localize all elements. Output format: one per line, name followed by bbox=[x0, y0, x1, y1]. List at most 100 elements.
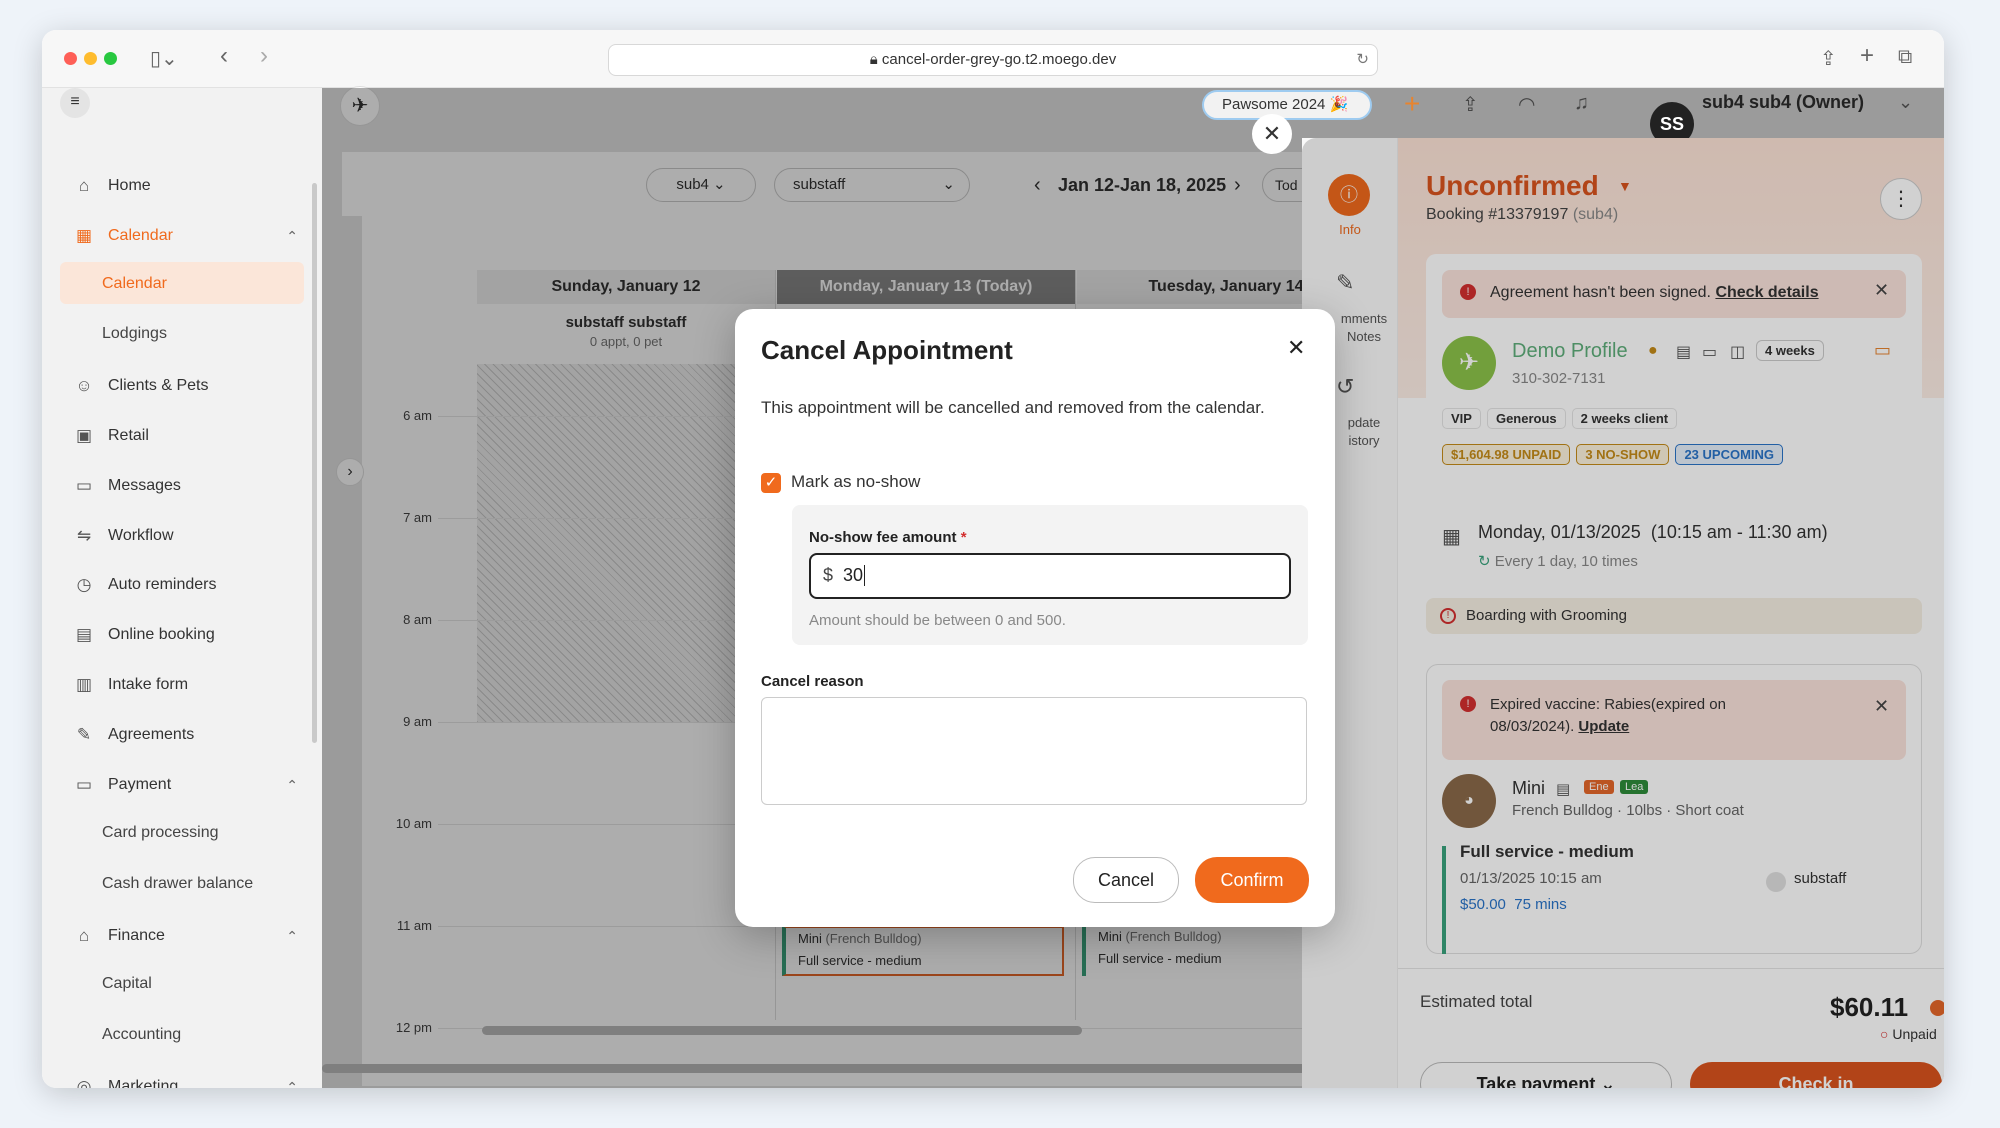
booking-number: Booking #13379197 (sub4) bbox=[1426, 206, 1619, 223]
sidebar-item-lodgings[interactable]: Lodgings bbox=[102, 314, 167, 354]
sidebar-item-marketing[interactable]: ◎ Marketing ⌃ bbox=[72, 1065, 338, 1088]
sidebar-item-label: Intake form bbox=[108, 676, 189, 693]
promo-badge[interactable]: Pawsome 2024 🎉 bbox=[1202, 90, 1372, 120]
cancel-button[interactable]: Cancel bbox=[1073, 857, 1179, 903]
bag-icon[interactable]: ◫ bbox=[1730, 342, 1745, 362]
user-menu-chevron-icon[interactable]: ⌄ bbox=[1898, 92, 1913, 113]
new-tab-icon[interactable]: + bbox=[1860, 42, 1874, 70]
sidebar-item-agreements[interactable]: ✎ Agreements bbox=[72, 713, 338, 757]
headset-icon[interactable]: ◠ bbox=[1518, 92, 1535, 117]
take-payment-button[interactable]: Take payment ⌄ bbox=[1420, 1062, 1672, 1088]
zoom-window-button[interactable] bbox=[104, 52, 117, 65]
close-icon[interactable]: ✕ bbox=[1287, 335, 1305, 361]
share-icon[interactable]: ⇪ bbox=[1820, 46, 1837, 71]
sidebar-item-calendar[interactable]: Calendar bbox=[102, 264, 167, 304]
chevron-up-icon[interactable]: ⌃ bbox=[286, 214, 298, 258]
clients-icon: ☺ bbox=[75, 376, 93, 395]
card-icon[interactable]: ▭ bbox=[1702, 342, 1717, 362]
pet-avatar[interactable]: ◕ bbox=[1442, 774, 1496, 828]
sidebar-item-workflow[interactable]: ⇋ Workflow bbox=[72, 514, 338, 558]
clock-icon: ◷ bbox=[76, 575, 92, 594]
sidebar-item-calendar[interactable]: ▦ Calendar ⌃ bbox=[72, 214, 338, 258]
close-drawer-icon[interactable]: ✕ bbox=[1252, 114, 1292, 154]
active-item-highlight bbox=[60, 262, 304, 304]
sidebar-item-clients-pets[interactable]: ☺ Clients & Pets bbox=[72, 364, 338, 408]
pet-tag: Ene bbox=[1584, 780, 1614, 794]
sidebar-item-accounting[interactable]: Accounting bbox=[102, 1015, 181, 1055]
status-dropdown-icon[interactable]: ▼ bbox=[1618, 178, 1632, 194]
reload-icon[interactable]: ↻ bbox=[1356, 45, 1369, 75]
appointment-drawer: ⓘ Info ✎ mments Notes ↺ pdate istory Uncon… bbox=[1302, 138, 1944, 1088]
check-details-link[interactable]: Check details bbox=[1715, 284, 1818, 301]
add-icon[interactable]: + bbox=[1404, 88, 1420, 120]
message-icon[interactable]: ▭ bbox=[1874, 340, 1891, 361]
close-window-button[interactable] bbox=[64, 52, 77, 65]
check-in-button[interactable]: Check in bbox=[1690, 1062, 1942, 1088]
history-icon[interactable]: ↺ bbox=[1336, 374, 1354, 400]
client-badge[interactable]: 23 UPCOMING bbox=[1675, 444, 1784, 465]
client-tag: 2 weeks client bbox=[1571, 408, 1678, 429]
sidebar-item-capital[interactable]: Capital bbox=[102, 964, 152, 1004]
sidebar-item-online-booking[interactable]: ▤ Online booking bbox=[72, 613, 338, 657]
sidebar-item-payment[interactable]: ▭ Payment ⌃ bbox=[72, 763, 338, 807]
update-link[interactable]: Update bbox=[1578, 718, 1629, 735]
menu-icon[interactable]: ≡ bbox=[60, 88, 90, 118]
client-avatar[interactable]: ✈ bbox=[1442, 336, 1496, 390]
total-amount: $60.11 bbox=[1830, 992, 1909, 1022]
no-show-checkbox[interactable]: ✓ bbox=[761, 473, 781, 493]
sidebar-item-label: Capital bbox=[102, 975, 152, 992]
chevron-up-icon[interactable]: ⌃ bbox=[286, 1065, 298, 1088]
minimize-window-button[interactable] bbox=[84, 52, 97, 65]
forward-icon[interactable]: › bbox=[260, 42, 268, 70]
reason-textarea[interactable] bbox=[761, 697, 1307, 805]
notes-icon[interactable]: ✎ bbox=[1336, 270, 1354, 296]
sidebar-item-label: Card processing bbox=[102, 824, 219, 841]
sidebar-item-home[interactable]: ⌂ Home bbox=[72, 164, 338, 208]
sidebar-item-label: Payment bbox=[108, 776, 172, 793]
sidebar-item-cash-drawer-balance[interactable]: Cash drawer balance bbox=[102, 864, 253, 904]
sidebar-item-label: Accounting bbox=[102, 1026, 182, 1043]
sidebar-toggle-icon[interactable]: ▯⌄ bbox=[150, 46, 178, 71]
pet-name[interactable]: Mini bbox=[1512, 778, 1545, 799]
user-name[interactable]: sub4 sub4 (Owner) bbox=[1702, 92, 1864, 113]
sidebar-item-auto-reminders[interactable]: ◷ Auto reminders bbox=[72, 563, 338, 607]
service-name[interactable]: Full service - medium bbox=[1460, 842, 1634, 862]
sidebar-item-retail[interactable]: ▣ Retail bbox=[72, 414, 338, 458]
client-name[interactable]: Demo Profile bbox=[1512, 340, 1628, 363]
bell-icon[interactable]: ♫ bbox=[1574, 92, 1589, 115]
status-title[interactable]: Unconfirmed bbox=[1426, 170, 1599, 202]
sidebar-item-intake-form[interactable]: ▥ Intake form bbox=[72, 663, 338, 707]
upload-icon[interactable]: ⇪ bbox=[1462, 92, 1479, 117]
tabs-overview-icon[interactable]: ⧉ bbox=[1898, 46, 1912, 69]
sidebar-item-card-processing[interactable]: Card processing bbox=[102, 813, 219, 853]
info-icon[interactable]: ⓘ bbox=[1328, 174, 1370, 216]
chevron-up-icon[interactable]: ⌃ bbox=[286, 763, 298, 807]
client-badge[interactable]: $1,604.98 UNPAID bbox=[1442, 444, 1571, 465]
fee-label: No-show fee amount * bbox=[809, 529, 967, 546]
divider bbox=[1398, 968, 1944, 969]
sidebar-item-messages[interactable]: ▭ Messages bbox=[72, 464, 338, 508]
more-options-icon[interactable]: ⋮ bbox=[1880, 178, 1922, 220]
fee-input[interactable]: $ 30 bbox=[809, 553, 1291, 599]
close-alert-icon[interactable]: ✕ bbox=[1874, 696, 1889, 717]
sidebar-item-finance[interactable]: ⌂ Finance ⌃ bbox=[72, 914, 338, 958]
repeat-info: ↻ Every 1 day, 10 times bbox=[1478, 553, 1638, 570]
vaccine-alert-text: Expired vaccine: Rabies(expired on 08/03/… bbox=[1490, 696, 1726, 735]
service-staff[interactable]: substaff bbox=[1794, 870, 1846, 887]
sidebar-scrollbar[interactable] bbox=[312, 183, 317, 743]
back-icon[interactable]: ‹ bbox=[220, 42, 228, 70]
client-tags: VIP Generous 2 weeks client bbox=[1442, 408, 1683, 429]
client-badge[interactable]: 3 NO-SHOW bbox=[1576, 444, 1670, 465]
chevron-up-icon[interactable]: ⌃ bbox=[286, 914, 298, 958]
note-icon[interactable]: ▤ bbox=[1676, 342, 1691, 362]
discount-icon bbox=[1930, 1000, 1944, 1016]
close-alert-icon[interactable]: ✕ bbox=[1874, 280, 1889, 301]
rail-info-label[interactable]: Info bbox=[1302, 222, 1398, 237]
service-price-duration[interactable]: $50.00 75 mins bbox=[1460, 896, 1567, 913]
confirm-button[interactable]: Confirm bbox=[1195, 857, 1309, 903]
client-phone[interactable]: 310-302-7131 bbox=[1512, 370, 1605, 387]
address-bar[interactable]: 🔒︎ cancel-order-grey-go.t2.moego.dev ↻ bbox=[608, 44, 1378, 76]
no-show-label[interactable]: Mark as no-show bbox=[791, 472, 920, 492]
pet-note-icon[interactable]: ▤ bbox=[1556, 780, 1570, 798]
appointment-datetime[interactable]: Monday, 01/13/2025 (10:15 am - 11:30 am) bbox=[1478, 522, 1828, 543]
